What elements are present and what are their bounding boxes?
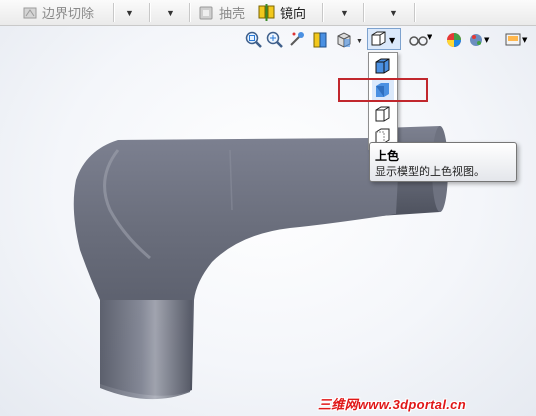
- mirror-label: 镜向: [280, 6, 307, 21]
- highlight-box: [338, 78, 428, 102]
- boundary-cut-icon: [22, 5, 38, 21]
- boundary-cut-button[interactable]: 边界切除: [22, 0, 94, 25]
- mirror-icon: [258, 4, 275, 21]
- tooltip-description: 显示模型的上色视图。: [375, 166, 485, 178]
- tooltip-title: 上色: [375, 149, 400, 163]
- toolbar-separator: [113, 3, 114, 22]
- boundary-cut-label: 边界切除: [42, 6, 95, 21]
- elbow-leg: [100, 300, 192, 400]
- toolbar-separator: [322, 3, 323, 22]
- toolbar-separator: [363, 3, 364, 22]
- dropdown-arrow-icon[interactable]: ▼: [125, 8, 134, 18]
- shell-icon: [198, 5, 214, 21]
- command-toolbar: 边界切除 ▼ ▼ 抽壳 镜向 ▼ ▼: [0, 0, 536, 26]
- dropdown-arrow-icon[interactable]: ▼: [389, 8, 398, 18]
- dropdown-arrow-icon[interactable]: ▼: [340, 8, 349, 18]
- toolbar-separator: [189, 3, 190, 22]
- model-viewport[interactable]: [0, 25, 536, 416]
- toolbar-separator: [414, 3, 415, 22]
- dropdown-arrow-icon[interactable]: ▼: [166, 8, 175, 18]
- hidden-lines-removed-option[interactable]: [372, 104, 394, 124]
- shell-button[interactable]: 抽壳: [198, 0, 245, 25]
- tooltip: 上色 显示模型的上色视图。: [369, 142, 517, 182]
- shell-label: 抽壳: [219, 6, 246, 21]
- mirror-button[interactable]: 镜向: [258, 0, 306, 25]
- watermark: 三维网www.3dportal.cn: [318, 397, 466, 412]
- toolbar-separator: [149, 3, 150, 22]
- shaded-with-edges-option[interactable]: [372, 56, 394, 76]
